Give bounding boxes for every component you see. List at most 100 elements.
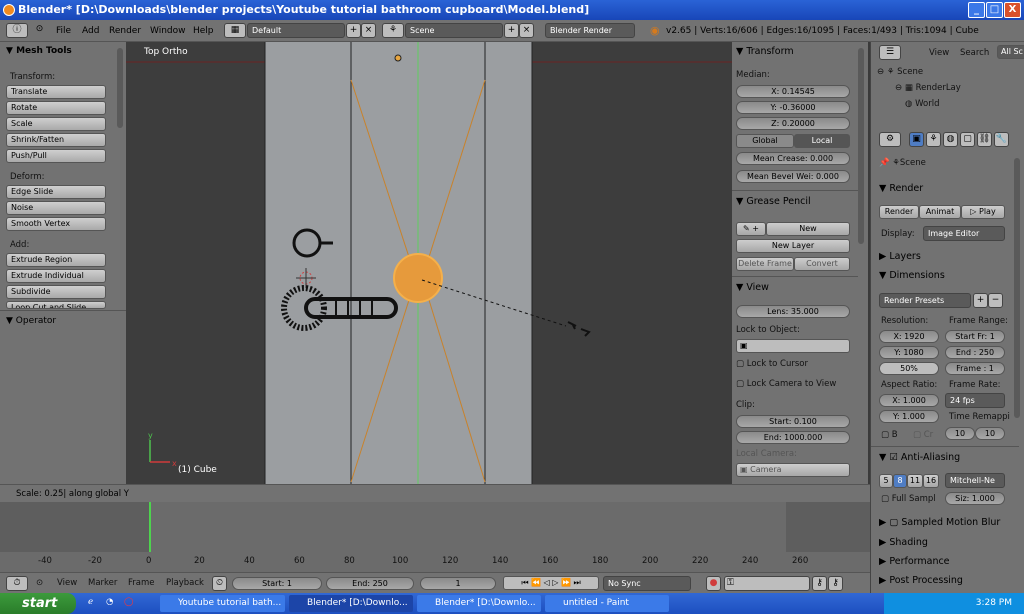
scene-field[interactable]: Scene xyxy=(405,23,503,38)
local-toggle[interactable]: Local xyxy=(794,134,850,148)
delete-keyframe-icon[interactable]: ⚷ xyxy=(828,576,843,591)
aa-samples-11[interactable]: 11 xyxy=(907,474,923,488)
panel-grease-pencil[interactable]: ▼ Grease Pencil xyxy=(736,196,811,207)
time-remap-old-field[interactable]: 10 xyxy=(945,427,975,440)
timeline-view-menu[interactable]: View xyxy=(57,578,77,588)
panel-dimensions[interactable]: ▼ Dimensions xyxy=(879,270,945,281)
median-z-field[interactable]: Z: 0.20000 xyxy=(736,117,850,130)
menu-window[interactable]: Window xyxy=(150,26,186,36)
panel-layers[interactable]: ▶ Layers xyxy=(879,251,921,262)
timeline-frame-menu[interactable]: Frame xyxy=(128,578,154,588)
toolbar-scrollbar[interactable] xyxy=(117,48,123,128)
display-select[interactable]: Image Editor xyxy=(923,226,1005,241)
start-frame-input[interactable]: Start: 1 xyxy=(232,577,322,590)
3d-viewport[interactable]: y x Top Ortho (1) Cube xyxy=(126,42,732,484)
outliner-item-world[interactable]: ◍ World xyxy=(905,99,939,109)
smooth-vertex-button[interactable]: Smooth Vertex xyxy=(6,217,106,231)
constraints-tab-icon[interactable]: ⛓ xyxy=(977,132,992,147)
end-frame-input[interactable]: End: 250 xyxy=(326,577,414,590)
playback-controls[interactable]: ⏮ ⏪ ◁ ▷ ⏩ ⏭ xyxy=(503,576,599,590)
crop-checkbox[interactable]: ▢ Cr xyxy=(913,430,933,440)
selected-cube[interactable] xyxy=(393,253,443,303)
properties-type-icon[interactable]: ⚙ xyxy=(879,132,901,147)
aspect-y-field[interactable]: Y: 1.000 xyxy=(879,410,939,423)
aa-filter-select[interactable]: Mitchell-Ne xyxy=(945,473,1005,488)
resolution-y-field[interactable]: Y: 1080 xyxy=(879,346,939,359)
lock-cursor-checkbox[interactable]: ▢ Lock to Cursor xyxy=(736,359,808,369)
panel-shading[interactable]: ▶ Shading xyxy=(879,537,928,548)
global-toggle[interactable]: Global xyxy=(736,134,794,148)
close-button[interactable]: X xyxy=(1004,2,1021,18)
new-grease-button[interactable]: New xyxy=(766,222,850,236)
sync-select[interactable]: No Sync xyxy=(603,576,691,591)
task-blender-2[interactable]: Blender* [D:\Downlo... xyxy=(417,595,541,612)
add-scene-icon[interactable]: + xyxy=(504,23,519,38)
start-button[interactable]: start xyxy=(0,593,76,614)
keying-set-field[interactable]: ⚿ xyxy=(724,576,810,591)
menu-render[interactable]: Render xyxy=(109,26,141,36)
record-icon[interactable]: ● xyxy=(706,576,721,591)
opera-quicklaunch-icon[interactable]: ◯ xyxy=(124,597,134,607)
outliner-view-menu[interactable]: View xyxy=(929,48,949,58)
extrude-individual-button[interactable]: Extrude Individual xyxy=(6,269,106,283)
lock-camera-checkbox[interactable]: ▢ Lock Camera to View xyxy=(736,379,836,389)
median-y-field[interactable]: Y: -0.36000 xyxy=(736,101,850,114)
menu-help[interactable]: Help xyxy=(193,26,214,36)
aa-samples-5[interactable]: 5 xyxy=(879,474,893,488)
props-scrollbar[interactable] xyxy=(1014,158,1020,418)
panel-post-processing[interactable]: ▶ Post Processing xyxy=(879,575,963,586)
delete-frame-button[interactable]: Delete Frame xyxy=(736,257,794,271)
full-sample-checkbox[interactable]: ▢ Full Sampl xyxy=(881,494,936,504)
panel-performance[interactable]: ▶ Performance xyxy=(879,556,950,567)
scene-icon[interactable]: ⚘ xyxy=(382,23,404,38)
menu-add[interactable]: Add xyxy=(82,26,99,36)
timeline-type-icon[interactable]: ⏱ xyxy=(6,576,28,591)
lens-field[interactable]: Lens: 35.000 xyxy=(736,305,850,318)
end-frame-field[interactable]: End : 250 xyxy=(945,346,1005,359)
timeline-playback-menu[interactable]: Playback xyxy=(166,578,204,588)
preview-range-icon[interactable]: ⏲ xyxy=(212,576,227,591)
object-tab-icon[interactable]: ▢ xyxy=(960,132,975,147)
world-tab-icon[interactable]: ◍ xyxy=(943,132,958,147)
panel-motion-blur[interactable]: ▶ ▢ Sampled Motion Blur xyxy=(879,517,1000,528)
clip-start-field[interactable]: Start: 0.100 xyxy=(736,415,850,428)
panel-transform[interactable]: ▼ Transform xyxy=(736,46,794,57)
render-tab-icon[interactable]: ▣ xyxy=(909,132,924,147)
add-preset-icon[interactable]: + xyxy=(973,293,988,308)
outliner-type-icon[interactable]: ☰ xyxy=(879,45,901,60)
grease-pencil-icon[interactable]: ✎ + xyxy=(736,222,766,236)
median-x-field[interactable]: X: 0.14545 xyxy=(736,85,850,98)
time-remap-new-field[interactable]: 10 xyxy=(975,427,1005,440)
extrude-region-button[interactable]: Extrude Region xyxy=(6,253,106,267)
remove-preset-icon[interactable]: − xyxy=(988,293,1003,308)
shrink-fatten-button[interactable]: Shrink/Fatten xyxy=(6,133,106,147)
local-camera-field[interactable]: ▣ Camera xyxy=(736,463,850,477)
outliner-item-scene[interactable]: ⊖ ⚘ Scene xyxy=(877,67,923,77)
add-layout-icon[interactable]: + xyxy=(346,23,361,38)
rotate-button[interactable]: Rotate xyxy=(6,101,106,115)
panel-anti-aliasing[interactable]: ▼ ☑ Anti-Aliasing xyxy=(879,452,960,463)
minimize-button[interactable]: _ xyxy=(968,2,985,18)
current-frame-marker[interactable] xyxy=(149,502,151,558)
render-engine-select[interactable]: Blender Render xyxy=(545,23,635,38)
new-layer-button[interactable]: New Layer xyxy=(736,239,850,253)
animation-button[interactable]: Animat xyxy=(919,205,961,219)
panel-mesh-tools[interactable]: ▼ Mesh Tools xyxy=(6,46,72,56)
quicklaunch-icon[interactable]: ◔ xyxy=(106,597,113,607)
panel-operator[interactable]: ▼ Operator xyxy=(6,316,56,326)
aspect-x-field[interactable]: X: 1.000 xyxy=(879,394,939,407)
screen-layout-icon[interactable]: ▦ xyxy=(224,23,246,38)
task-youtube-folder[interactable]: Youtube tutorial bath... xyxy=(160,595,285,612)
frame-step-field[interactable]: Frame : 1 xyxy=(945,362,1005,375)
modifiers-tab-icon[interactable]: 🔧 xyxy=(994,132,1009,147)
panel-render[interactable]: ▼ Render xyxy=(879,183,923,194)
menu-file[interactable]: File xyxy=(56,26,71,36)
remove-layout-icon[interactable]: × xyxy=(361,23,376,38)
outliner-display-select[interactable]: All Sc xyxy=(997,45,1024,59)
subdivide-button[interactable]: Subdivide xyxy=(6,285,106,299)
convert-button[interactable]: Convert xyxy=(794,257,850,271)
screen-layout-field[interactable]: Default xyxy=(247,23,345,38)
insert-keyframe-icon[interactable]: ⚷ xyxy=(812,576,827,591)
task-blender-1[interactable]: Blender* [D:\Downlo... xyxy=(289,595,413,612)
current-frame-input[interactable]: 1 xyxy=(420,577,496,590)
